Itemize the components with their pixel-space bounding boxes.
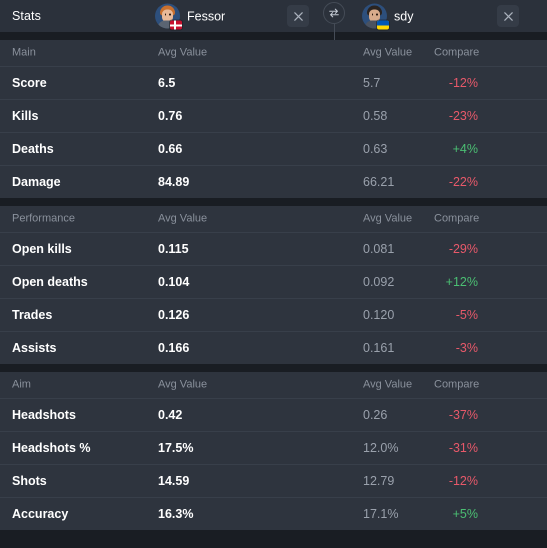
stat-compare-badge: -31% [434, 442, 478, 455]
denmark-flag-icon [170, 21, 182, 30]
table-row: Accuracy 16.3% 17.1% +5% [0, 497, 547, 530]
section-divider [0, 364, 547, 372]
stat-value-player-a: 0.104 [158, 276, 189, 289]
stat-value-player-a: 6.5 [158, 77, 175, 90]
table-row: Score 6.5 5.7 -12% [0, 66, 547, 99]
stat-value-player-b: 0.26 [363, 409, 387, 422]
stat-value-player-a: 0.115 [158, 243, 189, 256]
stat-label: Open deaths [12, 276, 88, 289]
section-title: Performance [12, 214, 75, 225]
table-row: Open deaths 0.104 0.092 +12% [0, 265, 547, 298]
swap-arrows-icon [328, 7, 340, 19]
stats-section: Performance Avg Value Avg Value Compare Open… [0, 206, 547, 364]
stat-label: Accuracy [12, 508, 68, 521]
stat-label: Damage [12, 176, 61, 189]
stats-section: Aim Avg Value Avg Value Compare Headshots 0.4… [0, 372, 547, 530]
table-header-row: Performance Avg Value Avg Value Compare [0, 206, 547, 232]
table-row: Assists 0.166 0.161 -3% [0, 331, 547, 364]
stat-value-player-b: 17.1% [363, 508, 398, 521]
stat-value-player-a: 84.89 [158, 176, 189, 189]
column-header-value-a: Avg Value [158, 214, 207, 225]
stat-value-player-b: 0.120 [363, 309, 394, 322]
stat-label: Assists [12, 342, 56, 355]
column-header-value-a: Avg Value [158, 380, 207, 391]
player-b-name: sdy [394, 9, 413, 23]
stat-compare-badge: -22% [434, 176, 478, 189]
player-a-name: Fessor [187, 9, 225, 23]
table-header-row: Aim Avg Value Avg Value Compare [0, 372, 547, 398]
stats-comparison-panel: Stats Fessor [0, 0, 547, 548]
table-row: Trades 0.126 0.120 -5% [0, 298, 547, 331]
section-title: Aim [12, 380, 31, 391]
player-b[interactable]: sdy [362, 4, 413, 29]
stat-value-player-b: 5.7 [363, 77, 380, 90]
close-icon-player-b[interactable] [497, 5, 519, 27]
column-header-value-b: Avg Value [363, 48, 412, 59]
comparison-header: Stats Fessor [0, 0, 547, 32]
table-row: Deaths 0.66 0.63 +4% [0, 132, 547, 165]
stat-value-player-a: 0.66 [158, 143, 182, 156]
stat-label: Open kills [12, 243, 72, 256]
close-icon [503, 11, 514, 22]
avatar [155, 4, 180, 29]
close-icon-player-a[interactable] [287, 5, 309, 27]
column-header-value-a: Avg Value [158, 48, 207, 59]
stat-label: Score [12, 77, 47, 90]
stat-compare-badge: +4% [434, 143, 478, 156]
column-header-compare: Compare [434, 214, 479, 225]
stat-compare-badge: -12% [434, 77, 478, 90]
stat-value-player-b: 0.63 [363, 143, 387, 156]
stat-value-player-a: 0.126 [158, 309, 189, 322]
stat-compare-badge: -29% [434, 243, 478, 256]
stat-compare-badge: -23% [434, 110, 478, 123]
stat-label: Headshots % [12, 442, 91, 455]
table-row: Headshots % 17.5% 12.0% -31% [0, 431, 547, 464]
stat-compare-badge: -3% [434, 342, 478, 355]
stat-compare-badge: +5% [434, 508, 478, 521]
ukraine-flag-icon [377, 21, 389, 30]
stat-label: Deaths [12, 143, 54, 156]
stat-value-player-b: 12.79 [363, 475, 394, 488]
stat-label: Kills [12, 110, 38, 123]
stat-value-player-b: 0.58 [363, 110, 387, 123]
table-row: Kills 0.76 0.58 -23% [0, 99, 547, 132]
avatar [362, 4, 387, 29]
section-divider [0, 198, 547, 206]
stat-label: Shots [12, 475, 47, 488]
stat-label: Trades [12, 309, 52, 322]
stat-label: Headshots [12, 409, 76, 422]
swap-players-button[interactable] [323, 2, 345, 24]
table-row: Headshots 0.42 0.26 -37% [0, 398, 547, 431]
stats-section: Main Avg Value Avg Value Compare Score 6.5 5.7… [0, 40, 547, 198]
stat-value-player-b: 12.0% [363, 442, 398, 455]
stat-value-player-a: 14.59 [158, 475, 189, 488]
stat-value-player-b: 0.161 [363, 342, 394, 355]
stat-compare-badge: -37% [434, 409, 478, 422]
table-row: Damage 84.89 66.21 -22% [0, 165, 547, 198]
stat-value-player-b: 0.081 [363, 243, 394, 256]
stats-sections: Main Avg Value Avg Value Compare Score 6.5 5.7… [0, 32, 547, 530]
stat-value-player-a: 0.42 [158, 409, 182, 422]
stat-value-player-a: 17.5% [158, 442, 193, 455]
column-header-compare: Compare [434, 380, 479, 391]
stat-compare-badge: -5% [434, 309, 478, 322]
stat-value-player-b: 66.21 [363, 176, 394, 189]
close-icon [293, 11, 304, 22]
table-header-row: Main Avg Value Avg Value Compare [0, 40, 547, 66]
column-header-compare: Compare [434, 48, 479, 59]
player-a[interactable]: Fessor [155, 4, 225, 29]
section-title: Main [12, 48, 36, 59]
stat-value-player-a: 0.76 [158, 110, 182, 123]
stat-value-player-a: 0.166 [158, 342, 189, 355]
table-row: Open kills 0.115 0.081 -29% [0, 232, 547, 265]
column-header-value-b: Avg Value [363, 214, 412, 225]
column-header-value-b: Avg Value [363, 380, 412, 391]
page-title: Stats [12, 9, 41, 23]
stat-value-player-b: 0.092 [363, 276, 394, 289]
section-divider [0, 32, 547, 40]
table-row: Shots 14.59 12.79 -12% [0, 464, 547, 497]
stat-compare-badge: -12% [434, 475, 478, 488]
stat-value-player-a: 16.3% [158, 508, 193, 521]
stat-compare-badge: +12% [434, 276, 478, 289]
